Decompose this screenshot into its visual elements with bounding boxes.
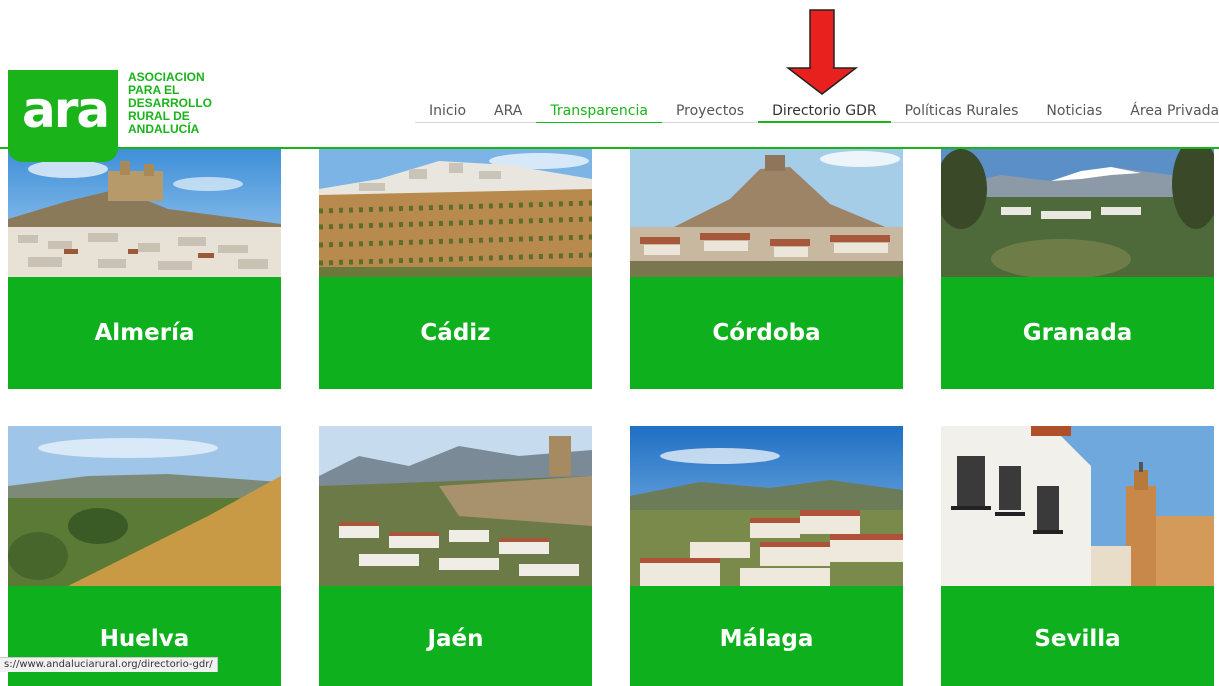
province-card-sevilla[interactable]: Sevilla bbox=[941, 426, 1214, 686]
province-card-jaen[interactable]: Jaén bbox=[319, 426, 592, 686]
province-name: Almería bbox=[8, 277, 281, 389]
nav-item-area-privada[interactable]: Área Privada bbox=[1116, 101, 1219, 123]
nav-item-ara[interactable]: ARA bbox=[480, 101, 537, 123]
logo-line: ANDALUCÍA bbox=[128, 122, 200, 136]
province-photo bbox=[630, 426, 903, 586]
nav-item-politicas-rurales[interactable]: Políticas Rurales bbox=[890, 101, 1033, 123]
logo-text: ASOCIACION PARA EL DESARROLLO RURAL DE A… bbox=[128, 71, 218, 149]
province-card-malaga[interactable]: Málaga bbox=[630, 426, 903, 686]
province-card-cadiz[interactable]: Cádiz bbox=[319, 149, 592, 389]
province-name: Córdoba bbox=[630, 277, 903, 389]
province-photo bbox=[319, 149, 592, 277]
nav-item-noticias[interactable]: Noticias bbox=[1032, 101, 1117, 123]
main-nav: Inicio ARA Transparencia Proyectos Direc… bbox=[415, 101, 1219, 123]
province-name: Cádiz bbox=[319, 277, 592, 389]
province-photo bbox=[8, 149, 281, 277]
nav-item-transparencia[interactable]: Transparencia bbox=[536, 101, 662, 123]
logo-mark: ara bbox=[22, 81, 110, 139]
province-card-almeria[interactable]: Almería bbox=[8, 149, 281, 389]
province-photo bbox=[630, 149, 903, 277]
province-name: Málaga bbox=[630, 586, 903, 686]
province-name: Jaén bbox=[319, 586, 592, 686]
status-bar-url: s://www.andaluciarural.org/directorio-gd… bbox=[0, 657, 218, 672]
province-photo bbox=[319, 426, 592, 586]
logo-badge[interactable]: ara bbox=[8, 70, 118, 162]
province-card-cordoba[interactable]: Córdoba bbox=[630, 149, 903, 389]
province-photo bbox=[8, 426, 281, 586]
nav-item-proyectos[interactable]: Proyectos bbox=[661, 101, 759, 123]
nav-item-inicio[interactable]: Inicio bbox=[415, 101, 481, 123]
nav-item-directorio-gdr[interactable]: Directorio GDR bbox=[758, 101, 891, 123]
province-name: Granada bbox=[941, 277, 1214, 389]
province-name: Sevilla bbox=[941, 586, 1214, 686]
province-photo bbox=[941, 426, 1214, 586]
province-card-huelva[interactable]: Huelva bbox=[8, 426, 281, 686]
province-card-granada[interactable]: Granada bbox=[941, 149, 1214, 389]
red-arrow-annotation bbox=[786, 9, 858, 95]
province-photo bbox=[941, 149, 1214, 277]
